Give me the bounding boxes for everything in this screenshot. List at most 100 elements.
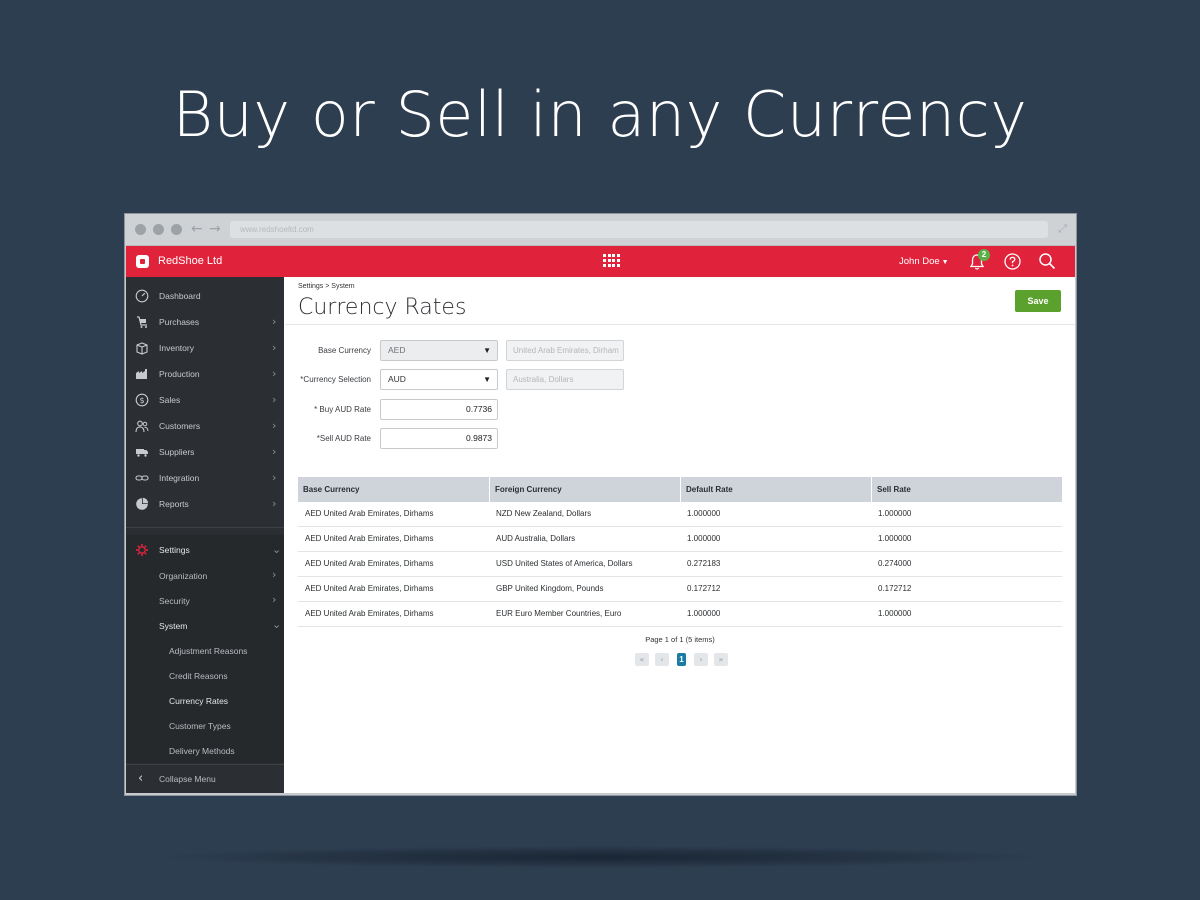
sidebar-item-currency-rates[interactable]: Currency Rates [126, 688, 284, 713]
chevron-down-icon: ⌄ [272, 543, 282, 556]
app: RedShoe Ltd John Doe ▼ 2 Dashboard Purch… [126, 246, 1075, 793]
base-currency-select: AED ▼ [380, 340, 498, 361]
forward-arrow-icon[interactable]: → [209, 221, 221, 237]
sidebar-item-customer-types[interactable]: Customer Types [126, 713, 284, 738]
browser-window: ← → www.redshoeltd.com ⤢ RedShoe Ltd Joh… [124, 213, 1077, 796]
buy-rate-label: * Buy AUD Rate [314, 405, 371, 414]
chevron-right-icon: › [272, 393, 277, 406]
sidebar-item-label: Security [159, 596, 190, 606]
sidebar-item-customers[interactable]: Customers › [126, 413, 284, 439]
dashboard-icon [135, 289, 149, 303]
column-header-foreign-currency[interactable]: Foreign Currency [489, 477, 680, 502]
window-close-dot[interactable] [135, 224, 146, 235]
table-row[interactable]: AED United Arab Emirates, Dirhams AUD Au… [298, 527, 1062, 552]
column-header-default-rate[interactable]: Default Rate [680, 477, 871, 502]
sidebar-item-label: Settings [159, 545, 190, 555]
chevron-right-icon: › [272, 471, 277, 484]
cell-foreign-currency: USD United States of America, Dollars [496, 559, 633, 568]
help-icon[interactable] [1004, 253, 1021, 270]
sidebar-item-label: Customers [159, 421, 201, 431]
chevron-right-icon: › [272, 568, 277, 581]
notification-badge: 2 [978, 249, 990, 261]
chevron-left-icon: ‹ [138, 771, 144, 786]
previous-page-button[interactable]: ‹ [655, 653, 669, 666]
app-topbar: RedShoe Ltd John Doe ▼ 2 [126, 246, 1075, 277]
collapse-menu-label: Collapse Menu [159, 774, 216, 784]
svg-text:$: $ [139, 396, 144, 405]
table-header: Base Currency Foreign Currency Default R… [298, 477, 1062, 502]
page-title: Currency Rates [298, 295, 467, 320]
apps-grid-icon[interactable] [603, 254, 620, 268]
chevron-right-icon: › [272, 315, 277, 328]
sidebar-item-suppliers[interactable]: Suppliers › [126, 439, 284, 465]
cell-base-currency: AED United Arab Emirates, Dirhams [305, 559, 434, 568]
save-button[interactable]: Save [1015, 290, 1061, 312]
sidebar-item-label: Credit Reasons [169, 671, 228, 681]
sidebar-item-label: Organization [159, 571, 208, 581]
cell-sell-rate: 1.000000 [878, 609, 912, 618]
cell-base-currency: AED United Arab Emirates, Dirhams [305, 509, 434, 518]
sidebar-item-organization[interactable]: Organization › [126, 563, 284, 588]
first-page-button[interactable]: « [635, 653, 649, 666]
table-row[interactable]: AED United Arab Emirates, Dirhams NZD Ne… [298, 502, 1062, 527]
chevron-right-icon: › [272, 593, 277, 606]
sidebar-item-label: Delivery Methods [169, 746, 235, 756]
chevron-right-icon: › [272, 367, 277, 380]
column-header-base-currency[interactable]: Base Currency [298, 477, 489, 502]
cell-foreign-currency: EUR Euro Member Countries, Euro [496, 609, 622, 618]
sidebar-item-security[interactable]: Security › [126, 588, 284, 613]
customers-icon [135, 420, 149, 433]
user-menu[interactable]: John Doe ▼ [899, 256, 949, 267]
column-header-sell-rate[interactable]: Sell Rate [871, 477, 1062, 502]
brand-name[interactable]: RedShoe Ltd [158, 255, 222, 267]
sidebar-item-integration[interactable]: Integration › [126, 465, 284, 491]
last-page-button[interactable]: » [714, 653, 728, 666]
window-minimize-dot[interactable] [153, 224, 164, 235]
title-divider [285, 324, 1075, 325]
sidebar: Dashboard Purchases › Inventory › Produc… [126, 277, 284, 793]
cart-icon [137, 316, 147, 328]
gear-icon [136, 544, 148, 556]
sidebar-item-credit-reasons[interactable]: Credit Reasons [126, 663, 284, 688]
sidebar-item-label: Dashboard [159, 291, 201, 301]
table-row[interactable]: AED United Arab Emirates, Dirhams EUR Eu… [298, 602, 1062, 627]
cell-foreign-currency: AUD Australia, Dollars [496, 534, 576, 543]
search-icon[interactable] [1038, 252, 1056, 270]
buy-rate-input[interactable]: 0.7736 [380, 399, 498, 420]
sidebar-item-purchases[interactable]: Purchases › [126, 309, 284, 335]
sidebar-item-reports[interactable]: Reports › [126, 491, 284, 517]
table-row[interactable]: AED United Arab Emirates, Dirhams USD Un… [298, 552, 1062, 577]
sidebar-item-label: Reports [159, 499, 189, 509]
currency-selection-value: AUD [388, 374, 406, 384]
currency-selection-select[interactable]: AUD ▼ [380, 369, 498, 390]
cell-sell-rate: 0.274000 [878, 559, 912, 568]
sidebar-item-label: Sales [159, 395, 181, 405]
logo-icon[interactable] [136, 255, 149, 268]
next-page-button[interactable]: › [694, 653, 708, 666]
sidebar-item-inventory[interactable]: Inventory › [126, 335, 284, 361]
sidebar-item-label: Suppliers [159, 447, 195, 457]
link-icon [135, 475, 149, 481]
sidebar-item-delivery-methods[interactable]: Delivery Methods [126, 738, 284, 763]
factory-icon [136, 369, 147, 379]
table-row[interactable]: AED United Arab Emirates, Dirhams GBP Un… [298, 577, 1062, 602]
back-arrow-icon[interactable]: ← [191, 221, 203, 237]
expand-icon[interactable]: ⤢ [1058, 222, 1067, 236]
breadcrumb[interactable]: Settings > System [298, 283, 355, 290]
sidebar-item-settings[interactable]: Settings ⌄ [126, 537, 284, 563]
collapse-menu-button[interactable]: ‹ Collapse Menu [126, 764, 284, 793]
sidebar-item-dashboard[interactable]: Dashboard [126, 283, 284, 309]
page-1-button[interactable]: 1 [677, 653, 686, 666]
sidebar-item-sales[interactable]: $ Sales › [126, 387, 284, 413]
sidebar-item-production[interactable]: Production › [126, 361, 284, 387]
caret-down-icon: ▼ [483, 346, 491, 355]
sidebar-item-system[interactable]: System ⌄ [126, 613, 284, 638]
url-bar[interactable]: www.redshoeltd.com [230, 221, 1048, 238]
sidebar-item-label: System [159, 621, 188, 631]
cell-sell-rate: 0.172712 [878, 584, 912, 593]
window-maximize-dot[interactable] [171, 224, 182, 235]
chevron-right-icon: › [272, 419, 277, 432]
sell-rate-input[interactable]: 0.9873 [380, 428, 498, 449]
sidebar-item-adjustment-reasons[interactable]: Adjustment Reasons [126, 638, 284, 663]
cell-default-rate: 1.000000 [687, 534, 721, 543]
